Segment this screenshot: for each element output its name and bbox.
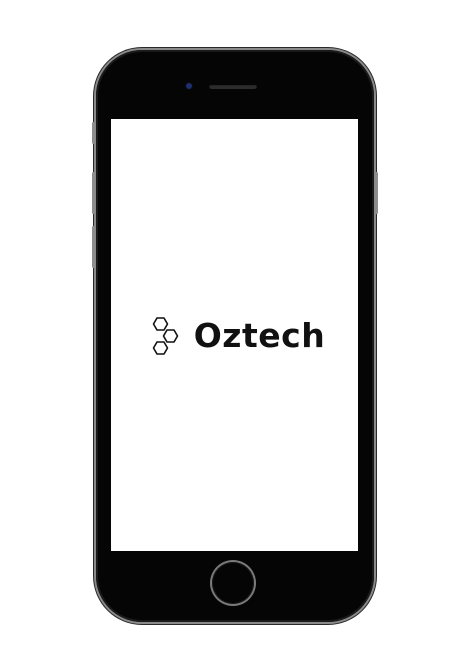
volume-up-button [92,172,95,214]
hexagon-cluster-icon [152,317,179,355]
mute-switch [92,122,95,144]
phone-screen: Oztech [111,119,358,551]
mockup-stage: Oztech [0,0,468,657]
splash-logo: Oztech [146,315,325,355]
power-button [375,172,378,214]
phone-frame: Oztech [92,50,378,622]
brand-name: Oztech [193,315,326,355]
front-camera [186,83,192,89]
earpiece-speaker [209,84,257,89]
home-button[interactable] [212,562,254,604]
volume-down-button [92,226,95,268]
